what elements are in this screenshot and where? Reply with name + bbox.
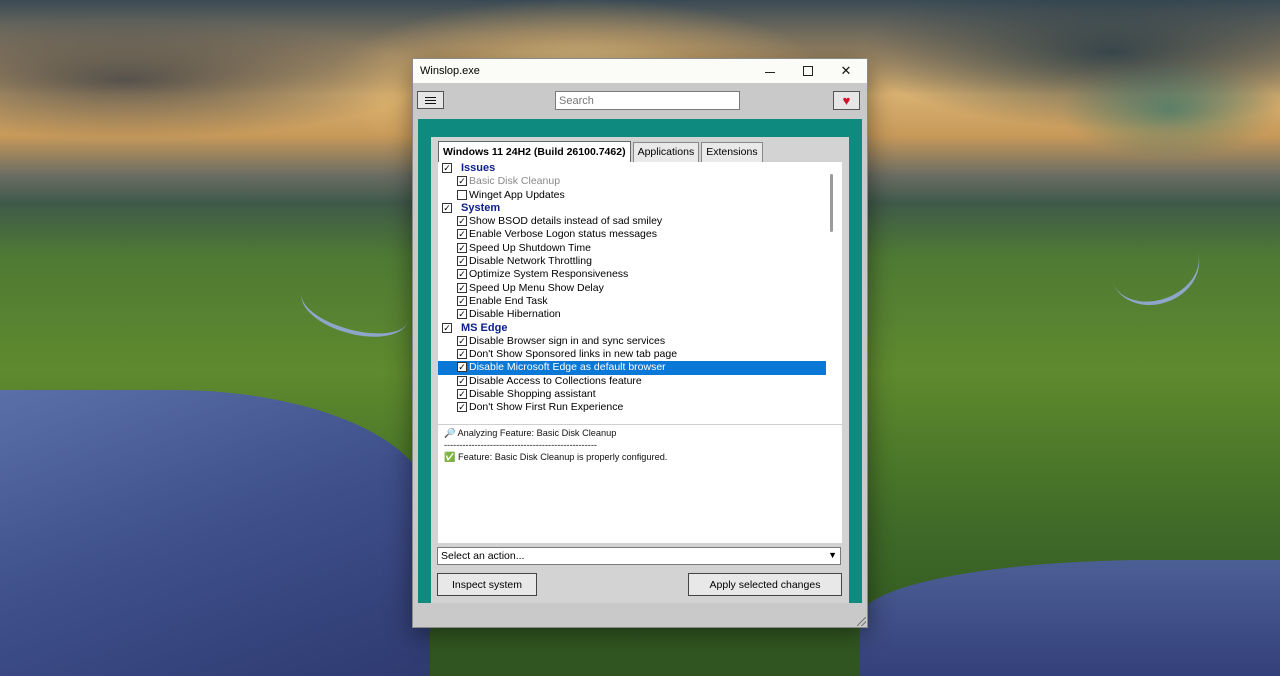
tree-item[interactable]: Winget App Updates — [438, 189, 826, 202]
minimize-icon — [765, 71, 775, 73]
tree-scrollbar[interactable] — [830, 174, 833, 232]
tab-strip: Windows 11 24H2 (Build 26100.7462) Applic… — [438, 141, 763, 162]
tree-item-label: MS Edge — [461, 321, 508, 334]
checkbox[interactable]: ✓ — [442, 163, 452, 173]
checkbox[interactable]: ✓ — [457, 402, 467, 413]
tree-item-label: Winget App Updates — [469, 188, 565, 201]
inspect-system-button[interactable]: Inspect system — [437, 573, 537, 596]
checkbox[interactable]: ✓ — [457, 282, 467, 293]
tree-category[interactable]: ✓ Issues — [438, 162, 826, 175]
donate-button[interactable]: ♥ — [833, 91, 860, 110]
background-clouds-left — [0, 20, 420, 140]
tree-item-label: Don't Show First Run Experience — [469, 401, 624, 414]
search-input[interactable] — [555, 91, 740, 110]
background-sky-teal — [1060, 60, 1280, 160]
checkbox[interactable]: ✓ — [457, 295, 467, 306]
menu-icon-line — [425, 96, 436, 98]
content-frame: Windows 11 24H2 (Build 26100.7462) Applic… — [418, 119, 862, 603]
minimize-button[interactable] — [751, 59, 789, 83]
checkbox[interactable]: ✓ — [457, 216, 467, 227]
tree-item[interactable]: ✓ Disable Browser sign in and sync servic… — [438, 335, 826, 348]
tree-item-label: Issues — [461, 162, 496, 174]
tree-item-label: Disable Browser sign in and sync service… — [469, 334, 666, 347]
tab-applications[interactable]: Applications — [632, 142, 700, 162]
tree-item-label: Optimize System Responsiveness — [469, 268, 629, 281]
content-panel: Windows 11 24H2 (Build 26100.7462) Applic… — [431, 137, 849, 603]
menu-icon-line — [425, 99, 436, 101]
feature-tree-list: ✓ Issues ✓ Basic Disk Cleanup Winget App Upd… — [438, 162, 826, 415]
checkbox[interactable]: ✓ — [442, 322, 452, 333]
tree-item-label: Basic Disk Cleanup — [469, 175, 561, 188]
menu-button[interactable] — [417, 91, 444, 109]
tab-extensions[interactable]: Extensions — [701, 142, 763, 162]
apply-changes-button[interactable]: Apply selected changes — [688, 573, 842, 596]
tree-item-label: Speed Up Menu Show Delay — [469, 281, 604, 294]
tree-category[interactable]: ✓ System — [438, 202, 826, 215]
resize-grip-icon[interactable] — [857, 617, 866, 626]
tree-item[interactable]: ✓ Disable Hibernation — [438, 308, 826, 321]
action-select[interactable]: Select an action... ▼ — [437, 547, 841, 565]
background-river — [1100, 216, 1210, 318]
tree-item-label: Disable Microsoft Edge as default browse… — [469, 361, 666, 374]
tree-category[interactable]: ✓ MS Edge — [438, 322, 826, 335]
window-title: Winslop.exe — [420, 65, 480, 77]
checkbox[interactable]: ✓ — [457, 335, 467, 346]
checkbox[interactable]: ✓ — [457, 309, 467, 320]
feature-tree[interactable]: ✓ Issues ✓ Basic Disk Cleanup Winget App Upd… — [438, 162, 842, 424]
tree-item-label: Disable Hibernation — [469, 308, 561, 321]
tab-windows[interactable]: Windows 11 24H2 (Build 26100.7462) — [438, 141, 631, 162]
app-window: Winslop.exe ✕ ♥ Windows 11 24H2 (Build 2… — [412, 58, 868, 628]
log-output: 🔎 Analyzing Feature: Basic Disk Cleanup … — [438, 424, 842, 543]
checkbox[interactable]: ✓ — [457, 362, 467, 373]
tree-item[interactable]: ✓ Basic Disk Cleanup — [438, 175, 826, 188]
tree-item-label: Show BSOD details instead of sad smiley — [469, 215, 663, 228]
tree-item[interactable]: ✓ Don't Show Sponsored links in new tab p… — [438, 348, 826, 361]
menu-icon-line — [425, 102, 436, 104]
checkbox[interactable]: ✓ — [457, 389, 467, 400]
tree-item[interactable]: ✓ Speed Up Menu Show Delay — [438, 282, 826, 295]
tree-item-label: Enable Verbose Logon status messages — [469, 228, 657, 241]
tree-item[interactable]: ✓ Don't Show First Run Experience — [438, 401, 826, 414]
tree-item-label: Don't Show Sponsored links in new tab pa… — [469, 348, 678, 361]
checkbox[interactable]: ✓ — [457, 349, 467, 360]
title-bar[interactable]: Winslop.exe ✕ — [413, 59, 867, 83]
tree-item[interactable]: ✓ Show BSOD details instead of sad smiley — [438, 215, 826, 228]
background-water-left — [0, 390, 430, 676]
maximize-icon — [803, 66, 813, 76]
background-water-right — [860, 560, 1280, 676]
chevron-down-icon: ▼ — [828, 550, 837, 560]
tree-item-label: Enable End Task — [469, 294, 548, 307]
heart-icon: ♥ — [842, 93, 851, 108]
log-line: 🔎 Analyzing Feature: Basic Disk Cleanup — [444, 428, 617, 438]
checkbox[interactable] — [457, 189, 467, 200]
tree-item-label: System — [461, 201, 501, 214]
tree-item-label: Disable Shopping assistant — [469, 388, 596, 401]
tree-item[interactable]: ✓ Disable Microsoft Edge as default brows… — [438, 361, 826, 375]
action-select-value: Select an action... — [441, 550, 525, 562]
tree-item[interactable]: ✓ Disable Access to Collections feature — [438, 375, 826, 388]
checkbox[interactable]: ✓ — [457, 256, 467, 267]
background-river-2 — [294, 266, 416, 348]
close-button[interactable]: ✕ — [827, 59, 865, 83]
checkbox[interactable]: ✓ — [457, 375, 467, 386]
toolbar: ♥ — [413, 84, 867, 116]
tree-item[interactable]: ✓ Enable Verbose Logon status messages — [438, 228, 826, 241]
tree-item[interactable]: ✓ Disable Shopping assistant — [438, 388, 826, 401]
tree-item[interactable]: ✓ Enable End Task — [438, 295, 826, 308]
checkbox[interactable]: ✓ — [457, 176, 467, 187]
log-line: ✅ Feature: Basic Disk Cleanup is properl… — [444, 452, 668, 462]
checkbox[interactable]: ✓ — [457, 269, 467, 280]
tree-item[interactable]: ✓ Speed Up Shutdown Time — [438, 242, 826, 255]
checkbox[interactable]: ✓ — [457, 229, 467, 240]
checkbox[interactable]: ✓ — [457, 242, 467, 253]
tree-item[interactable]: ✓ Optimize System Responsiveness — [438, 268, 826, 281]
tree-item-label: Disable Access to Collections feature — [469, 374, 642, 387]
maximize-button[interactable] — [789, 59, 827, 83]
checkbox[interactable]: ✓ — [442, 202, 452, 213]
log-separator: ----------------------------------------… — [444, 440, 597, 450]
tree-item-label: Speed Up Shutdown Time — [469, 241, 591, 254]
tree-item-label: Disable Network Throttling — [469, 255, 592, 268]
tree-item[interactable]: ✓ Disable Network Throttling — [438, 255, 826, 268]
close-icon: ✕ — [840, 63, 852, 78]
